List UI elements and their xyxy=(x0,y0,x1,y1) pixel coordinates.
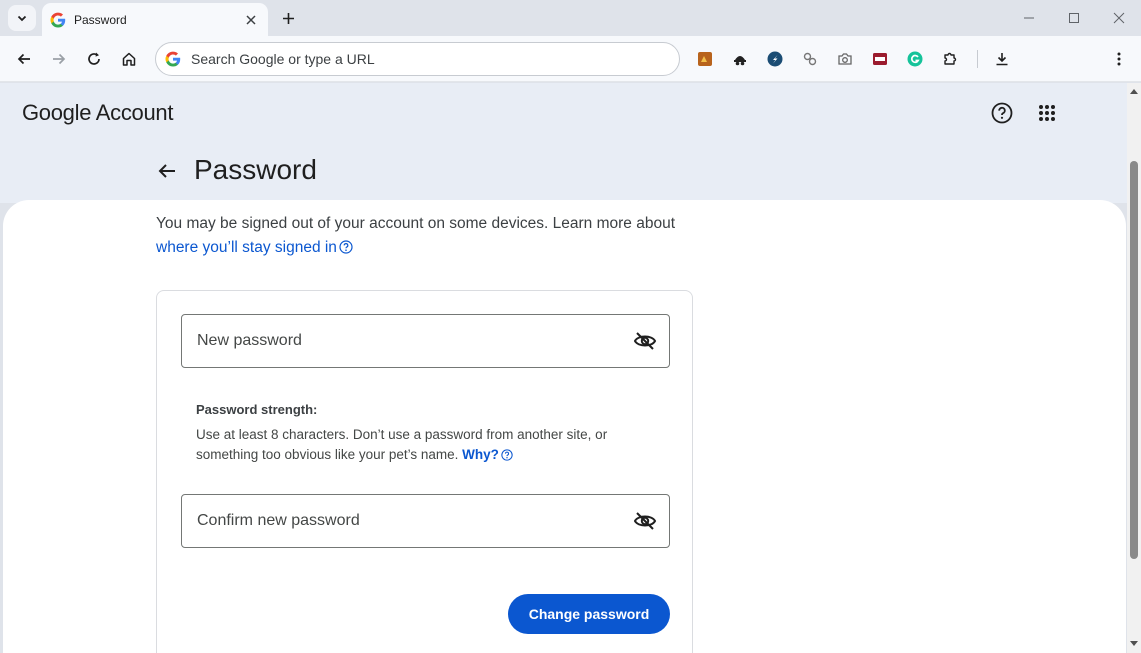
window-close-button[interactable] xyxy=(1107,6,1131,30)
close-icon xyxy=(1113,12,1125,24)
new-tab-button[interactable] xyxy=(276,6,300,30)
arrow-left-icon xyxy=(17,53,30,65)
page-title: Password xyxy=(194,154,317,185)
home-icon xyxy=(122,52,136,66)
signout-notice: You may be signed out of your account on… xyxy=(156,212,716,260)
help-button[interactable] xyxy=(990,101,1014,125)
brand-account: Account xyxy=(95,100,174,125)
close-icon[interactable] xyxy=(240,9,262,31)
password-strength-title: Password strength: xyxy=(196,402,318,417)
ext-6-icon[interactable] xyxy=(871,50,889,68)
eye-off-icon[interactable] xyxy=(631,327,659,355)
maximize-button[interactable] xyxy=(1062,6,1086,30)
kebab-menu-icon xyxy=(1117,52,1121,66)
ext-1-icon[interactable] xyxy=(696,50,714,68)
download-icon xyxy=(996,53,1008,66)
downloads-button[interactable] xyxy=(993,50,1011,68)
puzzle-icon xyxy=(944,52,957,65)
why-link[interactable]: Why? xyxy=(462,447,499,462)
strength-description: Use at least 8 characters. Don’t use a p… xyxy=(196,427,608,462)
reload-icon xyxy=(88,52,100,65)
camera-icon[interactable] xyxy=(836,50,854,68)
ext-4-icon[interactable] xyxy=(801,50,819,68)
notice-text: You may be signed out of your account on… xyxy=(156,215,676,232)
omnibox[interactable]: Search Google or type a URL xyxy=(155,42,680,76)
menu-button[interactable] xyxy=(1110,50,1128,68)
forward-button[interactable] xyxy=(46,46,72,72)
minimize-button[interactable] xyxy=(1017,6,1041,30)
confirm-password-label: Confirm new password xyxy=(197,512,360,529)
scroll-thumb[interactable] xyxy=(1130,161,1138,559)
back-arrow-button[interactable] xyxy=(154,158,180,184)
home-button[interactable] xyxy=(116,46,142,72)
help-circle-icon[interactable] xyxy=(339,240,353,254)
grammarly-icon[interactable] xyxy=(906,50,924,68)
back-button[interactable] xyxy=(11,46,37,72)
scroll-up-icon[interactable] xyxy=(1127,85,1141,97)
eye-off-icon[interactable] xyxy=(631,507,659,535)
password-form-card: New password Password strength: Use at l… xyxy=(156,290,693,653)
arrow-right-icon xyxy=(53,53,66,65)
help-icon xyxy=(991,102,1013,124)
chevron-down-icon xyxy=(17,15,27,22)
main-content: You may be signed out of your account on… xyxy=(3,200,1126,653)
active-tab[interactable]: Password xyxy=(42,3,268,36)
new-password-field[interactable]: New password xyxy=(181,314,670,368)
password-strength-text: Use at least 8 characters. Don’t use a p… xyxy=(196,425,656,465)
account-header: Google Account Password xyxy=(0,83,1129,203)
change-password-button[interactable]: Change password xyxy=(508,594,670,634)
stay-signed-in-link[interactable]: where you’ll stay signed in xyxy=(156,239,337,256)
google-account-logo[interactable]: Google Account xyxy=(22,100,173,126)
google-apps-button[interactable] xyxy=(1035,101,1059,125)
help-circle-icon[interactable] xyxy=(501,449,513,461)
minimize-icon xyxy=(1024,17,1034,19)
ext-3-icon[interactable] xyxy=(766,50,784,68)
google-g-icon xyxy=(50,12,66,28)
tab-title: Password xyxy=(74,12,127,27)
brand-google: Google xyxy=(22,100,92,125)
apps-grid-icon xyxy=(1039,105,1055,121)
confirm-password-field[interactable]: Confirm new password xyxy=(181,494,670,548)
browser-toolbar: Search Google or type a URL xyxy=(0,36,1141,82)
arrow-left-icon xyxy=(158,164,175,178)
ext-2-icon[interactable] xyxy=(731,50,749,68)
reload-button[interactable] xyxy=(81,46,107,72)
extensions-button[interactable] xyxy=(941,50,959,68)
scroll-down-icon[interactable] xyxy=(1127,638,1141,650)
new-password-label: New password xyxy=(197,332,302,349)
maximize-icon xyxy=(1069,13,1079,23)
plus-icon xyxy=(282,12,294,24)
page-scrollbar[interactable] xyxy=(1127,83,1141,653)
omnibox-placeholder: Search Google or type a URL xyxy=(191,51,375,67)
google-g-icon xyxy=(165,51,181,67)
tab-search-button[interactable] xyxy=(8,5,36,31)
tab-strip: Password xyxy=(0,0,1141,36)
toolbar-divider xyxy=(977,50,978,68)
